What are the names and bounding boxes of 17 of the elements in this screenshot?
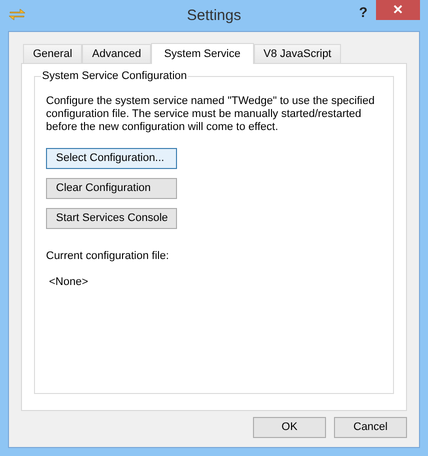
close-button[interactable]: ✕ [376,0,420,20]
group-title: System Service Configuration [41,69,188,83]
description-text: Configure the system service named "TWedge" to use the specified configuration file. The service must be manually started/restarted before the new configuration will come to effect. [46,95,376,134]
tab[interactable]: General [23,44,82,63]
tab[interactable]: V8 JavaScript [254,44,342,63]
ok-button[interactable]: OK [253,417,326,438]
current-file-label: Current configuration file: [46,249,170,264]
tab[interactable]: Advanced [82,44,152,63]
action-button[interactable]: Select Configuration... [46,148,177,169]
action-button[interactable]: Clear Configuration [46,178,177,199]
arrows-icon [9,9,25,21]
action-button[interactable]: Start Services Console [46,208,177,229]
current-file-value: <None> [49,274,90,290]
window-title: Settings [186,6,242,26]
cancel-button[interactable]: Cancel [334,417,407,438]
tab[interactable]: System Service [151,43,254,64]
help-button[interactable]: ? [359,2,368,23]
